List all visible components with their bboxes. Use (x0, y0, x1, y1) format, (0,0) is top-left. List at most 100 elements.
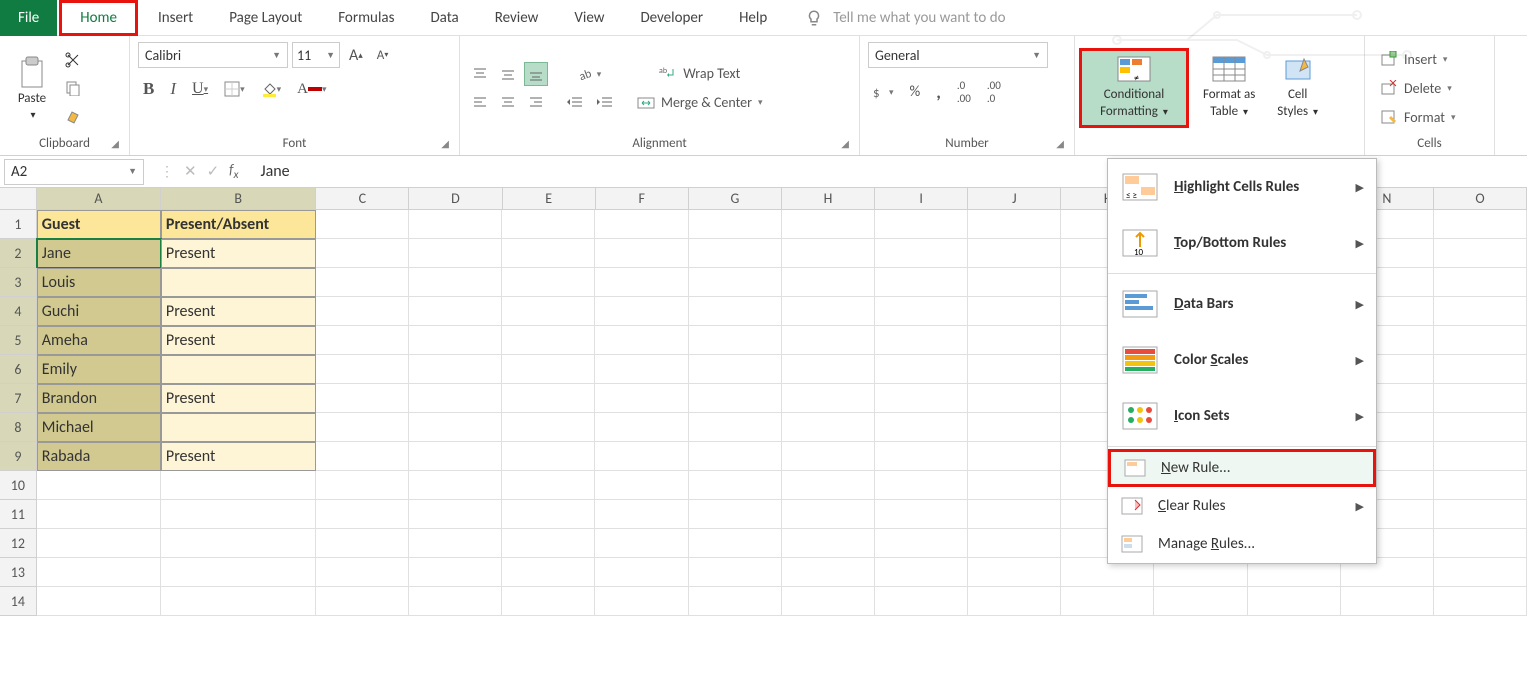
cell[interactable] (595, 413, 688, 442)
cell-A9[interactable]: Rabada (37, 442, 161, 471)
tab-insert[interactable]: Insert (140, 0, 211, 36)
menu-data-bars[interactable]: Data Bars▶ (1108, 276, 1376, 332)
cell-A11[interactable] (37, 500, 161, 529)
cell[interactable] (316, 413, 409, 442)
cell[interactable] (1248, 587, 1341, 616)
cell[interactable] (595, 471, 688, 500)
col-header-A[interactable]: A (37, 188, 161, 210)
cell[interactable] (875, 471, 968, 500)
menu-clear-rules[interactable]: Clear Rules▶ (1108, 487, 1376, 525)
cell[interactable] (502, 442, 595, 471)
cell[interactable] (595, 500, 688, 529)
cell[interactable] (1434, 297, 1527, 326)
cell[interactable] (409, 471, 502, 500)
cell[interactable] (502, 384, 595, 413)
row-header-3[interactable]: 3 (0, 268, 37, 297)
cell[interactable] (689, 558, 782, 587)
cell[interactable] (595, 210, 688, 239)
cell[interactable] (502, 210, 595, 239)
cell-B7[interactable]: Present (161, 384, 316, 413)
cell[interactable] (409, 326, 502, 355)
cell[interactable] (968, 268, 1061, 297)
cell[interactable] (968, 297, 1061, 326)
comma-button[interactable]: , (931, 76, 946, 108)
cell[interactable] (875, 442, 968, 471)
col-header-F[interactable]: F (596, 188, 689, 210)
increase-font-button[interactable]: A▴ (344, 43, 368, 68)
cell-B10[interactable] (161, 471, 316, 500)
cell[interactable] (409, 210, 502, 239)
align-left-button[interactable] (468, 90, 492, 114)
cell[interactable] (1434, 239, 1527, 268)
cell[interactable] (875, 297, 968, 326)
cell-A10[interactable] (37, 471, 161, 500)
cell[interactable] (1434, 587, 1527, 616)
font-name-select[interactable]: Calibri▼ (138, 42, 288, 68)
cancel-formula-button[interactable]: ✕ (184, 162, 197, 181)
align-top-button[interactable] (468, 62, 492, 86)
cell-B3[interactable] (161, 268, 316, 297)
col-header-B[interactable]: B (161, 188, 316, 210)
cell[interactable] (502, 471, 595, 500)
col-header-J[interactable]: J (968, 188, 1061, 210)
menu-top-bottom-rules[interactable]: 10 Top/Bottom Rules▶ (1108, 215, 1376, 271)
cell[interactable] (689, 210, 782, 239)
cell[interactable] (968, 529, 1061, 558)
decrease-decimal-button[interactable]: .00.0 (982, 76, 1006, 108)
cell[interactable] (689, 500, 782, 529)
cell-A6[interactable]: Emily (37, 355, 161, 384)
delete-cells-button[interactable]: Delete ▾ (1373, 75, 1463, 102)
cell-A13[interactable] (37, 558, 161, 587)
cell[interactable] (409, 587, 502, 616)
cell[interactable] (1154, 587, 1247, 616)
cell[interactable] (316, 500, 409, 529)
cell[interactable] (1434, 529, 1527, 558)
format-cells-button[interactable]: Format ▾ (1373, 104, 1463, 131)
cell-A4[interactable]: Guchi (37, 297, 161, 326)
cell[interactable] (409, 529, 502, 558)
cell[interactable] (782, 355, 875, 384)
tab-review[interactable]: Review (477, 0, 557, 36)
menu-manage-rules[interactable]: Manage Rules... (1108, 525, 1376, 563)
cell[interactable] (1434, 500, 1527, 529)
row-header-11[interactable]: 11 (0, 500, 37, 529)
menu-color-scales[interactable]: Color Scales▶ (1108, 332, 1376, 388)
cell[interactable] (595, 442, 688, 471)
paste-button[interactable]: Paste▾ (8, 51, 56, 125)
cell[interactable] (968, 326, 1061, 355)
cell[interactable] (409, 239, 502, 268)
cell-A3[interactable]: Louis (37, 268, 161, 297)
percent-button[interactable]: % (905, 76, 926, 108)
align-center-button[interactable] (496, 90, 520, 114)
cell[interactable] (968, 384, 1061, 413)
row-header-14[interactable]: 14 (0, 587, 37, 616)
col-header-O[interactable]: O (1434, 188, 1527, 210)
cell[interactable] (689, 384, 782, 413)
tab-home[interactable]: Home (59, 0, 138, 36)
cell[interactable] (502, 297, 595, 326)
cell[interactable] (316, 210, 409, 239)
cell[interactable] (968, 355, 1061, 384)
alignment-launcher[interactable]: ◢ (841, 137, 849, 150)
cell[interactable] (316, 268, 409, 297)
row-header-13[interactable]: 13 (0, 558, 37, 587)
cell[interactable] (409, 355, 502, 384)
format-painter-button[interactable] (60, 105, 86, 127)
cell[interactable] (316, 326, 409, 355)
cell[interactable] (782, 413, 875, 442)
menu-icon-sets[interactable]: Icon Sets▶ (1108, 388, 1376, 444)
cell-A8[interactable]: Michael (37, 413, 161, 442)
row-header-7[interactable]: 7 (0, 384, 37, 413)
cell[interactable] (409, 442, 502, 471)
tab-view[interactable]: View (556, 0, 622, 36)
cell-styles-button[interactable]: CellStyles ▾ (1269, 51, 1326, 125)
wrap-text-button[interactable]: abWrap Text (632, 62, 768, 85)
cell[interactable] (689, 413, 782, 442)
tab-file[interactable]: File (0, 0, 57, 36)
cut-button[interactable] (60, 49, 86, 71)
cell[interactable] (968, 442, 1061, 471)
cell-B11[interactable] (161, 500, 316, 529)
cell[interactable] (1434, 384, 1527, 413)
italic-button[interactable]: I (165, 76, 181, 102)
decrease-indent-button[interactable] (562, 93, 588, 113)
